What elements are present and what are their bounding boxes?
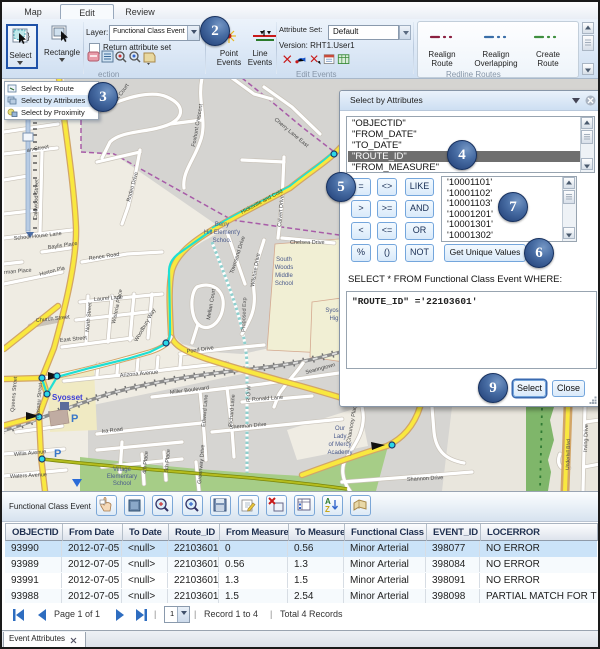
svg-text:School: School [113, 481, 131, 487]
svg-text:Underhill Blvd: Underhill Blvd [565, 439, 572, 470]
svg-text:Chelsea Drive: Chelsea Drive [290, 240, 325, 246]
svg-text:Village: Village [113, 467, 132, 473]
svg-text:Elementary: Elementary [107, 474, 137, 480]
svg-text:Our: Our [335, 426, 345, 432]
svg-text:P: P [54, 448, 61, 460]
svg-text:Z: Z [325, 505, 330, 514]
svg-text:Hill Element'y: Hill Element'y [204, 230, 240, 236]
svg-text:Academy: Academy [327, 450, 352, 456]
svg-text:Syosset: Syosset [52, 393, 83, 402]
svg-text:Woods: Woods [275, 265, 294, 271]
svg-text:P: P [71, 413, 78, 425]
svg-text:Hig: Hig [329, 316, 338, 322]
svg-text:Irving Drive: Irving Drive [583, 424, 590, 452]
svg-text:Lady: Lady [333, 434, 346, 440]
svg-text:Syos: Syos [325, 308, 338, 314]
svg-text:of Mercy: of Mercy [328, 442, 351, 448]
svg-text:Proposed Exp: Proposed Exp [241, 297, 248, 332]
svg-text:South: South [276, 257, 292, 263]
svg-text:Schoo.: Schoo. [213, 238, 232, 244]
svg-text:Berry: Berry [215, 222, 229, 228]
svg-text:}: } [27, 31, 30, 41]
svg-text:School: School [275, 281, 293, 287]
svg-text:R O W: R O W [246, 385, 253, 403]
svg-text:Middle: Middle [275, 273, 293, 279]
